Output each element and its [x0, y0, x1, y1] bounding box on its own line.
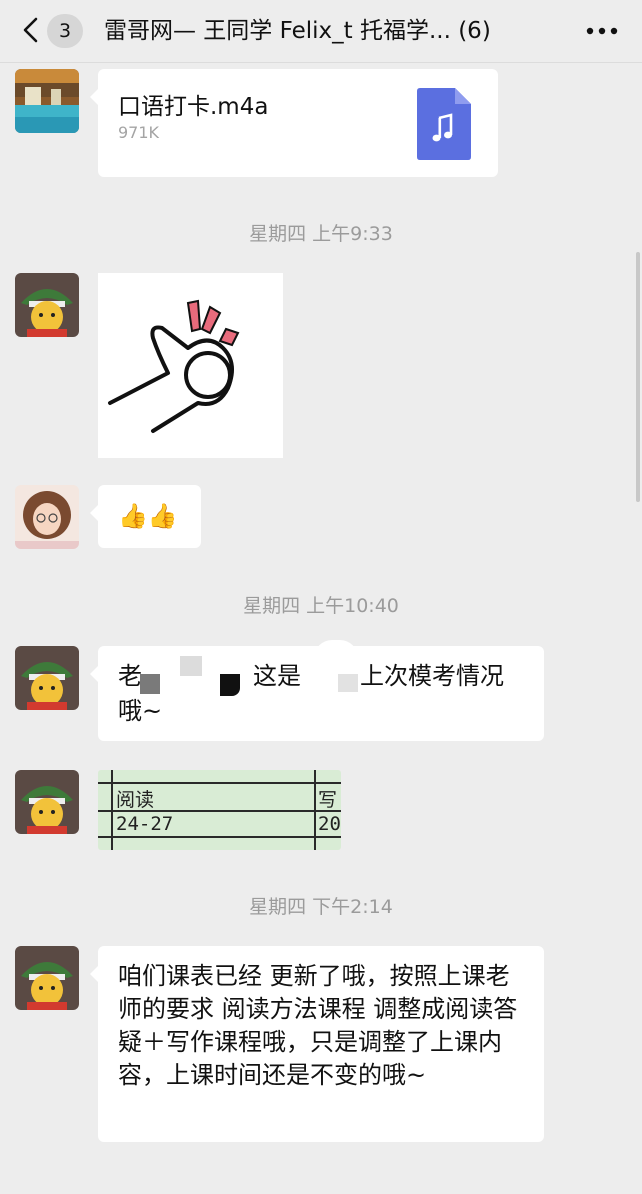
table-value-writing: 20: [318, 813, 341, 835]
redaction-block: [140, 674, 160, 694]
music-file-icon: [417, 88, 471, 160]
text-message-bubble[interactable]: 咱们课表已经 更新了哦，按照上课老师的要求 阅读方法课程 调整成阅读答疑＋写作课…: [90, 946, 544, 1142]
avatar-pooh[interactable]: [15, 646, 79, 710]
message-text: 这是: [253, 662, 301, 690]
avatar-pooh[interactable]: [15, 770, 79, 834]
chat-title: 雷哥网— 王同学 Felix_t 托福学... (6): [104, 18, 491, 44]
pooh-avatar-image: [15, 946, 79, 1010]
landscape-avatar-image: [15, 69, 79, 133]
pooh-avatar-image: [15, 273, 79, 337]
table-gridline: [111, 770, 113, 850]
redaction-block: [338, 674, 358, 692]
emoji-message-bubble[interactable]: 👍👍: [90, 485, 201, 548]
avatar-pooh[interactable]: [15, 946, 79, 1010]
clap-sticker-image[interactable]: [98, 273, 283, 458]
file-name: 口语打卡.m4a: [118, 94, 269, 120]
avatar-pooh[interactable]: [15, 273, 79, 337]
pooh-avatar-image: [15, 770, 79, 834]
chevron-left-icon[interactable]: [20, 16, 42, 44]
avatar-landscape[interactable]: [15, 69, 79, 133]
message-text: 哦~: [118, 697, 163, 725]
table-header-writing: 写: [318, 789, 338, 811]
clap-sticker-drawing: [108, 299, 240, 433]
message-text: 上次模考情况: [360, 662, 504, 690]
pooh-avatar-image: [15, 646, 79, 710]
message-text: 咱们课表已经 更新了哦，按照上课老师的要求 阅读方法课程 调整成阅读答疑＋写作课…: [118, 962, 518, 1089]
table-gridline: [98, 836, 341, 838]
text-message-bubble[interactable]: 老 这是 上次模考情况 哦~: [90, 640, 544, 741]
timestamp: 星期四 下午2:14: [249, 896, 393, 918]
redaction-block: [180, 656, 202, 676]
timestamp: 星期四 上午10:40: [243, 595, 399, 617]
thumbs-up-emoji: 👍👍: [118, 502, 178, 530]
file-size: 971K: [118, 123, 160, 142]
redaction-block: [220, 674, 240, 696]
timestamp: 星期四 上午9:33: [249, 223, 393, 245]
more-dots-icon[interactable]: [586, 26, 618, 36]
girl-avatar-image: [15, 485, 79, 549]
score-table-image[interactable]: 阅读 24-27 写 20: [98, 770, 341, 850]
chat-header: 3 雷哥网— 王同学 Felix_t 托福学... (6): [0, 0, 642, 63]
unread-count-badge[interactable]: 3: [47, 14, 83, 48]
avatar-girl[interactable]: [15, 485, 79, 549]
table-gridline: [314, 770, 316, 850]
message-text: 老: [118, 662, 142, 690]
scrollbar[interactable]: [636, 252, 640, 502]
table-gridline: [98, 782, 341, 784]
redaction-block: [314, 640, 358, 676]
table-header-reading: 阅读: [116, 789, 155, 811]
file-message-bubble[interactable]: 口语打卡.m4a 971K: [90, 69, 498, 177]
table-value-reading: 24-27: [116, 813, 174, 835]
